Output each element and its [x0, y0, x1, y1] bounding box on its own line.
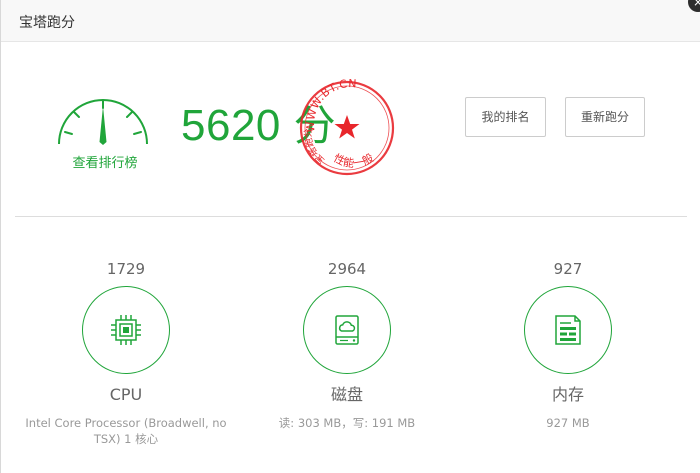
score-value: 5620	[181, 101, 281, 150]
section-divider	[15, 216, 687, 217]
cpu-detail: Intel Core Processor (Broadwell, no TSX)…	[25, 416, 227, 446]
cpu-score: 1729	[106, 260, 146, 278]
disk-label: 磁盘	[330, 385, 363, 404]
memory-label: 内存	[551, 385, 584, 404]
view-leaderboard-link[interactable]: 查看排行榜	[59, 152, 151, 171]
disk-icon-circle	[303, 286, 391, 374]
memory-module-icon	[555, 315, 581, 345]
cpu-label: CPU	[109, 385, 143, 404]
title-bar: 宝塔跑分	[1, 0, 700, 42]
benchmark-window: 宝塔跑分 × 查看排行榜 5620 分 WWW.BT.CN 宝塔跑分 性能一般 …	[0, 0, 700, 473]
cpu-icon-circle	[82, 286, 170, 374]
speedometer-icon[interactable]	[53, 86, 153, 146]
rerun-benchmark-button[interactable]: 重新跑分	[565, 97, 645, 137]
memory-icon-circle	[524, 286, 612, 374]
memory-score: 927	[553, 260, 583, 278]
window-title: 宝塔跑分	[19, 15, 75, 31]
performance-stamp: WWW.BT.CN 宝塔跑分 性能一般	[299, 78, 395, 176]
disk-score: 2964	[327, 260, 367, 278]
stamp-star-icon	[334, 115, 360, 139]
disk-drive-icon	[335, 315, 359, 345]
memory-detail: 927 MB	[546, 416, 590, 430]
metric-memory: 927 内存 927 MB	[458, 256, 678, 431]
my-rank-button[interactable]: 我的排名	[465, 97, 546, 137]
disk-detail: 读: 303 MB，写: 191 MB	[278, 416, 416, 430]
cpu-chip-icon	[111, 315, 141, 345]
metric-disk: 2964 磁盘 读: 303 MB，写: 191 MB	[237, 256, 457, 431]
metric-cpu: 1729 CPU Intel Core Processor (Broadwell…	[16, 256, 236, 447]
